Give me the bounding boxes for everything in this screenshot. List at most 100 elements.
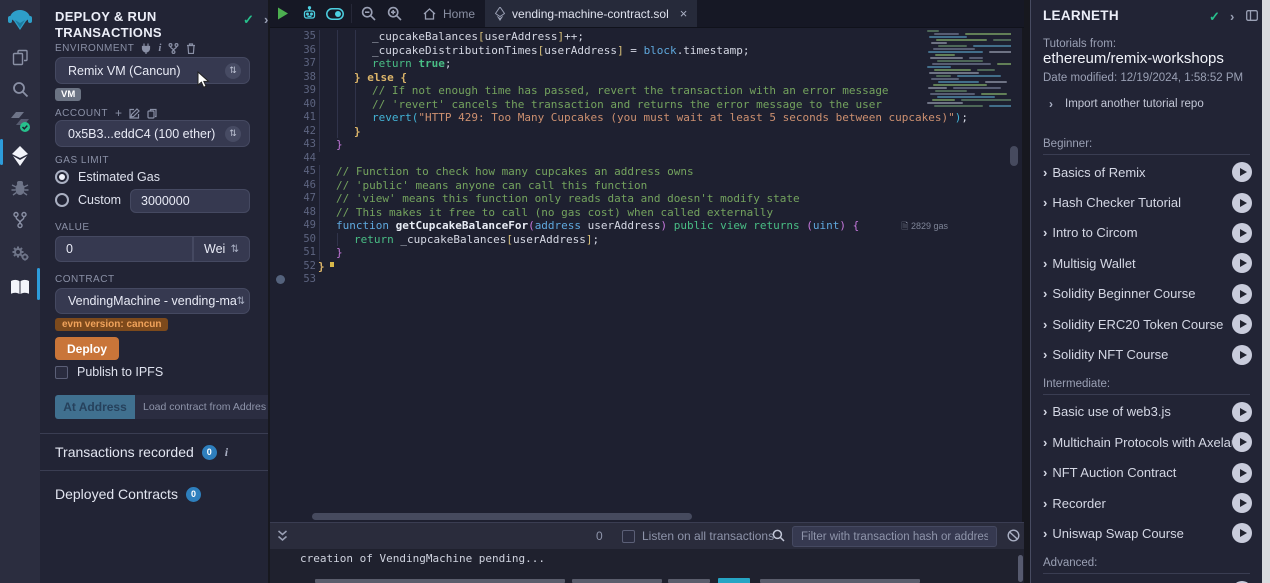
copy-account-icon[interactable] <box>147 108 157 119</box>
search-icon[interactable] <box>0 74 40 104</box>
copilot-toggle-on-icon[interactable] <box>322 0 348 27</box>
zoom-in-icon[interactable] <box>381 0 407 27</box>
tutorial-item-basics-of-remix[interactable]: ›Basics of Remix <box>1031 157 1262 187</box>
fork-icon[interactable] <box>168 43 179 54</box>
code-line[interactable]: 38} else { <box>270 71 970 85</box>
gutter-line-number[interactable]: 37 <box>270 57 316 71</box>
zoom-out-icon[interactable] <box>355 0 381 27</box>
terminal-search-icon[interactable] <box>772 529 785 547</box>
code-line[interactable]: 39// If not enough time has passed, reve… <box>270 84 970 98</box>
gutter-line-number[interactable]: 52 <box>270 260 316 274</box>
clear-terminal-icon[interactable] <box>1007 529 1020 547</box>
play-tutorial-button[interactable] <box>1232 223 1252 243</box>
deployed-contracts-row[interactable]: Deployed Contracts 0 <box>55 486 201 502</box>
transactions-recorded-row[interactable]: Transactions recorded 0 i <box>55 444 228 460</box>
gutter-line-number[interactable]: 38 <box>270 71 316 85</box>
tab-vending-machine-contract[interactable]: vending-machine-contract.sol × <box>485 0 697 27</box>
terminal-vertical-scrollbar[interactable] <box>1018 555 1023 582</box>
at-address-button[interactable]: At Address <box>55 395 135 419</box>
run-script-button[interactable] <box>270 0 296 27</box>
account-select[interactable]: 0x5B3...eddC4 (100 ether) ⇅ <box>55 120 250 147</box>
trash-icon[interactable] <box>186 43 196 54</box>
tutorial-item-intro-to-circom[interactable]: ›Intro to Circom <box>1031 218 1262 248</box>
code-line[interactable]: 49function getCupcakeBalanceFor(address … <box>270 219 970 233</box>
code-line[interactable]: 51} <box>270 246 970 260</box>
tutorial-item-solidity-nft-course[interactable]: ›Solidity NFT Course <box>1031 339 1262 369</box>
gutter-line-number[interactable]: 35 <box>270 30 316 44</box>
code-line[interactable]: 36_cupcakeDistributionTimes[userAddress]… <box>270 44 970 58</box>
value-input[interactable]: 0 <box>55 236 193 262</box>
tutorial-item-solidity-erc20-token-course[interactable]: ›Solidity ERC20 Token Course <box>1031 309 1262 339</box>
gutter-line-number[interactable]: 46 <box>270 179 316 193</box>
debugger-icon[interactable] <box>0 173 40 203</box>
code-line[interactable]: 46// 'public' means anyone can call this… <box>270 179 970 193</box>
gutter-line-number[interactable]: 48 <box>270 206 316 220</box>
gutter-line-number[interactable]: 42 <box>270 125 316 139</box>
tutorial-item-recorder[interactable]: ›Recorder <box>1031 488 1262 518</box>
play-tutorial-button[interactable] <box>1232 523 1252 543</box>
value-unit-select[interactable]: Wei ⇅ <box>193 236 250 262</box>
publish-ipfs-option[interactable]: Publish to IPFS <box>55 365 163 379</box>
estimated-gas-radio[interactable] <box>55 170 69 184</box>
code-line[interactable]: 41revert("HTTP 429: Too Many Cupcakes (y… <box>270 111 970 125</box>
tutorial-item-nft-auction-contract[interactable]: ›NFT Auction Contract <box>1031 458 1262 488</box>
add-account-icon[interactable]: + <box>115 106 122 120</box>
custom-gas-radio[interactable] <box>55 193 69 207</box>
code-line[interactable]: 45// Function to check how many cupcakes… <box>270 165 970 179</box>
tutorial-item-uniswap-swap-course[interactable]: ›Uniswap Swap Course <box>1031 518 1262 548</box>
file-explorer-icon[interactable] <box>0 42 40 72</box>
listen-all-checkbox[interactable] <box>622 530 635 543</box>
gutter-line-number[interactable]: 44 <box>270 152 316 166</box>
editor-vertical-scrollbar[interactable] <box>1010 146 1018 166</box>
play-tutorial-button[interactable] <box>1232 463 1252 483</box>
tutorial-item-basic-use-of-web3-js[interactable]: ›Basic use of web3.js <box>1031 397 1262 427</box>
gutter-line-number[interactable]: 41 <box>270 111 316 125</box>
gutter-line-number[interactable]: 49 <box>270 219 316 233</box>
contract-select[interactable]: VendingMachine - vending-machin ⇅ <box>55 288 250 314</box>
import-repo-row[interactable]: › Import another tutorial repo <box>1049 97 1204 111</box>
edit-account-icon[interactable] <box>129 108 140 119</box>
learneth-split-view-icon[interactable] <box>1246 9 1258 24</box>
learneth-book-icon[interactable] <box>0 272 40 302</box>
environment-select[interactable]: Remix VM (Cancun) ⇅ <box>55 57 250 84</box>
gutter-line-number[interactable]: 47 <box>270 192 316 206</box>
close-tab-icon[interactable]: × <box>680 6 688 21</box>
estimated-gas-option[interactable]: Estimated Gas <box>55 170 160 184</box>
learneth-chevron-icon[interactable]: › <box>1230 9 1234 24</box>
gutter-line-number[interactable]: 36 <box>270 44 316 58</box>
right-scrollbar-track[interactable] <box>1262 0 1270 583</box>
play-tutorial-button[interactable] <box>1232 345 1252 365</box>
gutter-line-number[interactable]: 40 <box>270 98 316 112</box>
gutter-line-number[interactable]: 50 <box>270 233 316 247</box>
play-tutorial-button[interactable] <box>1232 162 1252 182</box>
gutter-line-number[interactable]: 43 <box>270 138 316 152</box>
gutter-line-number[interactable]: 45 <box>270 165 316 179</box>
settings-icon[interactable] <box>0 238 40 268</box>
git-branch-icon[interactable] <box>0 205 40 235</box>
custom-gas-input[interactable]: 3000000 <box>130 189 250 213</box>
custom-gas-option[interactable]: Custom <box>55 193 121 207</box>
code-editor[interactable]: 35_cupcakeBalances[userAddress]++;36_cup… <box>270 30 970 287</box>
code-line[interactable]: 53 <box>270 273 970 287</box>
tutorial-item-all-about-proxy-contracts[interactable]: ›All about Proxy Contracts <box>1031 576 1262 583</box>
code-line[interactable]: 44 <box>270 152 970 166</box>
solidity-compiler-icon[interactable] <box>0 107 40 137</box>
tutorial-item-solidity-beginner-course[interactable]: ›Solidity Beginner Course <box>1031 279 1262 309</box>
tutorial-item-multichain-protocols-with-axelar[interactable]: ›Multichain Protocols with Axelar <box>1031 427 1262 457</box>
play-tutorial-button[interactable] <box>1232 432 1252 452</box>
play-tutorial-button[interactable] <box>1232 253 1252 273</box>
code-line[interactable]: 47// 'view' means this function only rea… <box>270 192 970 206</box>
tutorial-item-multisig-wallet[interactable]: ›Multisig Wallet <box>1031 248 1262 278</box>
deploy-and-run-icon[interactable] <box>0 141 40 171</box>
at-address-input[interactable]: Load contract from Addres <box>135 395 290 419</box>
code-line[interactable]: 37return true; <box>270 57 970 71</box>
code-line[interactable]: 35_cupcakeBalances[userAddress]++; <box>270 30 970 44</box>
editor-minimap[interactable] <box>925 30 1011 110</box>
terminal-filter-input[interactable] <box>792 526 997 547</box>
code-line[interactable]: 42} <box>270 125 970 139</box>
play-tutorial-button[interactable] <box>1232 493 1252 513</box>
gutter-line-number[interactable]: 51 <box>270 246 316 260</box>
publish-ipfs-checkbox[interactable] <box>55 366 68 379</box>
breakpoint-dot[interactable] <box>276 275 285 284</box>
info-icon[interactable]: i <box>225 445 228 460</box>
